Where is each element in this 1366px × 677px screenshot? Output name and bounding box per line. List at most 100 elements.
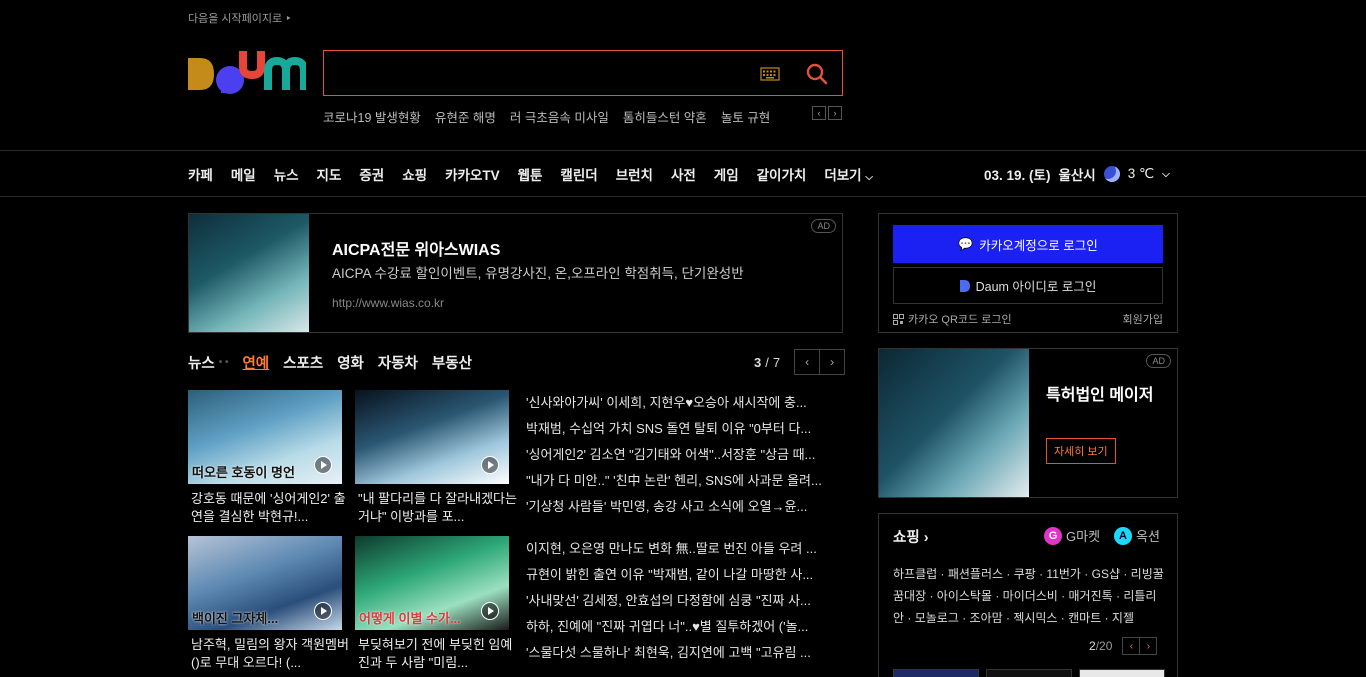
shopping-items (893, 669, 1165, 677)
trending-item[interactable]: 유현준 해명 (435, 107, 496, 126)
set-homepage-label: 다음을 시작페이지로 (188, 13, 283, 25)
tab-movie[interactable]: 영화 (337, 352, 364, 373)
headline-item[interactable]: '사내맞선' 김세정, 안효섭의 다정함에 심쿵 "진짜 사... (526, 588, 842, 614)
nav-stock[interactable]: 증권 (359, 164, 384, 184)
moon-icon (1103, 166, 1120, 182)
ad-title: 특허법인 메이저 (1046, 387, 1154, 404)
headline-item[interactable]: 하하, 진예에 "진짜 귀엽다 너"..♥별 질투하겠어 ('놀... (526, 614, 842, 640)
trending-item[interactable]: 코로나19 발생현황 (323, 107, 421, 126)
headline-item[interactable]: "내가 다 미안.." '친中 논란' 헨리, SNS에 사과문 올려... (526, 468, 842, 494)
headline-item[interactable]: 박재범, 수십억 가치 SNS 돌연 탈퇴 이유 "0부터 다... (526, 416, 842, 442)
headline-item[interactable]: 이지현, 오은영 만나도 변화 無..딸로 번진 아들 우려 ... (526, 536, 842, 562)
set-homepage-link[interactable]: 다음을 시작페이지로 ‣ (188, 10, 292, 26)
daum-login-label: Daum 아이디로 로그인 (975, 280, 1097, 294)
news-thumbnail[interactable] (355, 390, 509, 484)
nav-kakaotv[interactable]: 카카오TV (445, 164, 500, 184)
kakao-login-button[interactable]: 💬 카카오계정으로 로그인 (893, 225, 1163, 263)
daum-homepage: 다음을 시작페이지로 ‣ 코로나19 발생현황 유현준 해명 러 극초음속 미사… (0, 0, 1366, 677)
play-icon (481, 602, 499, 620)
shopping-prev-button[interactable]: ‹ (1122, 637, 1141, 655)
play-icon (481, 456, 499, 474)
shopping-item[interactable] (986, 669, 1072, 677)
shopping-item[interactable] (893, 669, 979, 677)
headline-item[interactable]: '싱어게인2' 김소연 "김기태와 어색"..서장훈 "상금 때... (526, 442, 842, 468)
tab-realestate[interactable]: 부동산 (432, 352, 472, 373)
auction-link[interactable]: A 옥션 (1114, 526, 1160, 545)
search-box (323, 50, 843, 96)
auction-icon: A (1114, 526, 1132, 545)
search-icon[interactable] (805, 62, 829, 86)
shopping-box: 쇼핑 › G G마켓 A 옥션 하프클럽 · 패션플러스 · 쿠팡 · 11번가… (878, 513, 1178, 677)
gmarket-label: G마켓 (1066, 529, 1101, 544)
shopping-item[interactable] (1079, 669, 1165, 677)
news-tabs: 뉴스 • • 연예 스포츠 영화 자동차 부동산 (188, 352, 472, 373)
nav-calendar[interactable]: 캘린더 (560, 164, 597, 184)
play-icon (314, 602, 332, 620)
thumbnail-caption[interactable]: "내 팔다리를 다 잘라내겠다는 거냐" 이방과를 포... (358, 490, 518, 526)
nav-webtoon[interactable]: 웹툰 (518, 164, 543, 184)
ad-badge: AD (811, 219, 836, 233)
shopping-pager: 2/20 ‹ › (1089, 637, 1158, 655)
ad-detail-button[interactable]: 자세히 보기 (1046, 438, 1116, 464)
main-nav: 카페 메일 뉴스 지도 증권 쇼핑 카카오TV 웹툰 캘린더 브런치 사전 게임… (188, 164, 873, 184)
ad-title: AICPA전문 위아스WIAS (332, 242, 501, 259)
nav-news[interactable]: 뉴스 (274, 164, 299, 184)
headline-item[interactable]: '스물다섯 스물하나' 최현욱, 김지연에 고백 "고유림 ... (526, 640, 842, 666)
headline-list: 이지현, 오은영 만나도 변화 無..딸로 번진 아들 우려 ... 규현이 밝… (526, 536, 842, 666)
page-current: 2 (1089, 639, 1096, 653)
nav-map[interactable]: 지도 (317, 164, 342, 184)
weather-date: 03. 19. (토) (984, 168, 1051, 183)
nav-game[interactable]: 게임 (714, 164, 739, 184)
shopping-links[interactable]: 하프클럽 · 패션플러스 · 쿠팡 · 11번가 · GS샵 · 리빙꿀꿈대장 … (893, 563, 1167, 629)
trending-prev-button[interactable]: ‹ (812, 106, 826, 120)
trending-item[interactable]: 톰히들스턴 약혼 (623, 107, 707, 126)
trending-item[interactable]: 놀토 규현 (721, 107, 770, 126)
thumbnail-caption[interactable]: 강호동 때문에 '싱어게인2' 출연을 결심한 박현규!... (191, 490, 351, 526)
headline-item[interactable]: '신사와아가씨' 이세희, 지현우♥오승아 새시작에 충... (526, 390, 842, 416)
separator-dots: • • (218, 357, 229, 368)
news-thumbnail[interactable]: 어떻게 이별 수가... (355, 536, 509, 630)
trending-next-button[interactable]: › (828, 106, 842, 120)
nav-mail[interactable]: 메일 (231, 164, 256, 184)
signup-link[interactable]: 회원가입 (1123, 311, 1163, 327)
headline-item[interactable]: 규현이 밝힌 출연 이유 "박재범, 같이 나갈 마땅한 사... (526, 562, 842, 588)
shopping-title-link[interactable]: 쇼핑 › (893, 526, 929, 547)
news-prev-button[interactable]: ‹ (794, 349, 821, 375)
ad-url: http://www.wias.co.kr (332, 296, 445, 310)
tab-auto[interactable]: 자동차 (378, 352, 418, 373)
gmarket-icon: G (1044, 526, 1062, 545)
news-next-button[interactable]: › (819, 349, 846, 375)
shopping-next-button[interactable]: › (1139, 637, 1158, 655)
nav-brunch[interactable]: 브런치 (616, 164, 653, 184)
nav-together[interactable]: 같이가치 (757, 164, 807, 184)
login-box: 💬 카카오계정으로 로그인 Daum 아이디로 로그인 카카오 QR코드 로그인… (878, 213, 1178, 333)
news-thumbnail[interactable]: 백이진 그자체... (188, 536, 342, 630)
tab-news[interactable]: 뉴스 (188, 352, 215, 373)
headline-item[interactable]: '기상청 사람들' 박민영, 송강 사고 소식에 오열→윤... (526, 494, 842, 520)
nav-shopping[interactable]: 쇼핑 (402, 164, 427, 184)
chevron-down-icon: ⌵ (865, 172, 873, 183)
auction-label: 옥션 (1136, 529, 1160, 544)
nav-dictionary[interactable]: 사전 (671, 164, 696, 184)
tab-entertainment[interactable]: 연예 (242, 352, 269, 373)
thumbnail-caption[interactable]: 남주혁, 밀림의 왕자 객원멤버()로 무대 오르다! (... (191, 636, 351, 672)
page-total: /20 (1095, 639, 1113, 653)
weather-widget[interactable]: 03. 19. (토) 울산시 3 ℃ ⌵ (984, 164, 1170, 184)
trending-item[interactable]: 러 극초음속 미사일 (510, 107, 609, 126)
nav-cafe[interactable]: 카페 (188, 164, 213, 184)
qr-login-link[interactable]: 카카오 QR코드 로그인 (893, 311, 1012, 327)
play-icon (314, 456, 332, 474)
trending-nav: ‹ › (812, 106, 842, 120)
thumbnail-caption[interactable]: 부딪혀보기 전에 부딪힌 임예진과 두 사람 "미림... (358, 636, 518, 672)
ad-image (879, 349, 1029, 497)
daum-login-button[interactable]: Daum 아이디로 로그인 (893, 267, 1163, 304)
news-thumbnail[interactable]: 떠오른 호동이 명언 (188, 390, 342, 484)
search-input[interactable] (334, 61, 734, 85)
side-ad-banner[interactable]: 특허법인 메이저 자세히 보기 AD (878, 348, 1178, 498)
keyboard-icon[interactable] (760, 67, 780, 81)
top-ad-banner[interactable]: AICPA전문 위아스WIAS AICPA 수강료 할인이벤트, 유명강사진, … (188, 213, 843, 333)
tab-sports[interactable]: 스포츠 (283, 352, 323, 373)
gmarket-link[interactable]: G G마켓 (1044, 526, 1100, 545)
nav-more[interactable]: 더보기 ⌵ (824, 164, 873, 184)
daum-logo[interactable] (188, 49, 308, 99)
